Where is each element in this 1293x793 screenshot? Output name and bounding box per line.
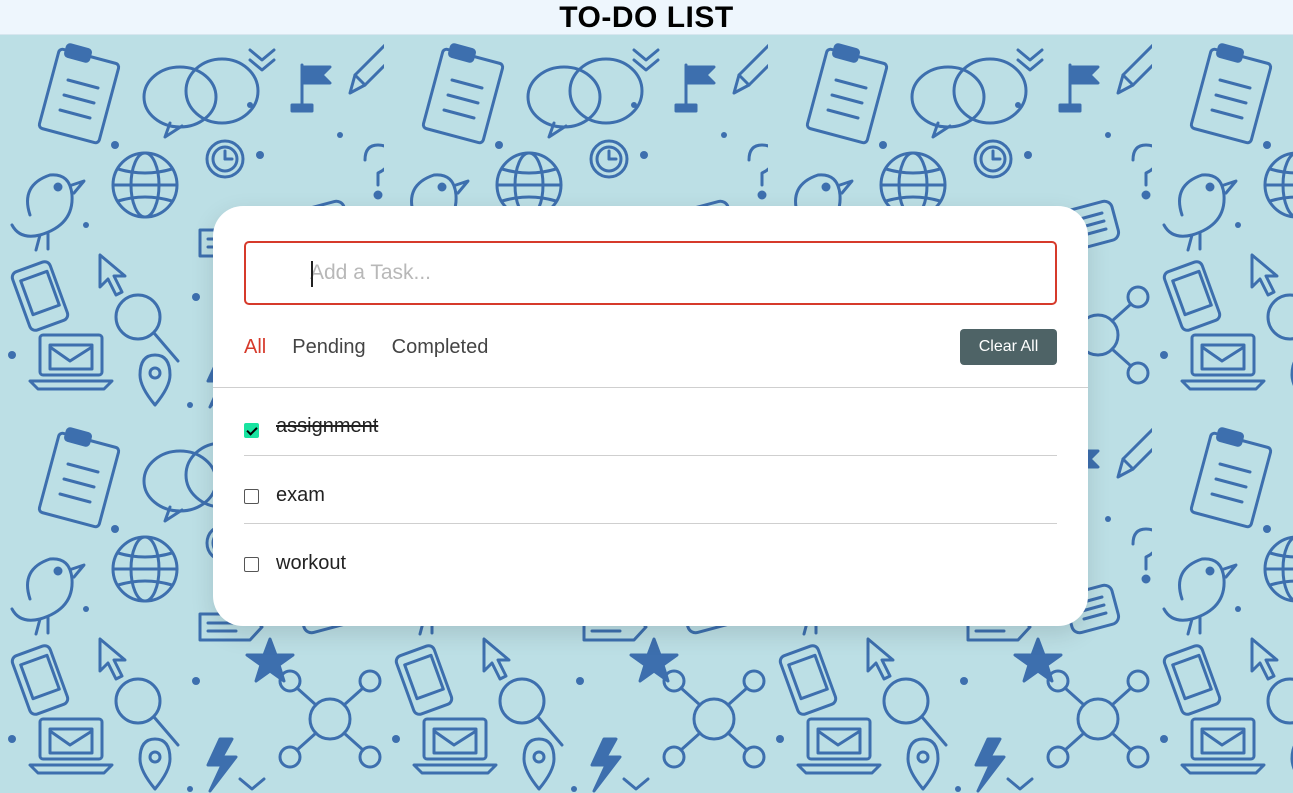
task-label: exam: [276, 484, 325, 506]
task-input-wrapper: [244, 241, 1057, 305]
filter-all[interactable]: All: [244, 334, 266, 360]
filter-pending[interactable]: Pending: [292, 334, 365, 360]
task-checkbox-checked[interactable]: [244, 423, 259, 438]
task-input[interactable]: [310, 243, 1040, 303]
filter-completed[interactable]: Completed: [392, 334, 489, 360]
task-label: assignment: [276, 415, 379, 437]
task-list: assignment exam workout: [244, 388, 1057, 592]
task-label: workout: [276, 552, 347, 574]
task-checkbox[interactable]: [244, 489, 259, 504]
clear-all-button[interactable]: Clear All: [960, 329, 1057, 365]
task-item: exam: [244, 456, 1057, 524]
page-title: TO-DO LIST: [559, 0, 734, 34]
task-checkbox[interactable]: [244, 557, 259, 572]
text-caret: [311, 261, 313, 287]
title-bar: TO-DO LIST: [0, 0, 1293, 35]
filter-tabs: All Pending Completed: [244, 334, 514, 360]
todo-card: All Pending Completed Clear All assignme…: [213, 206, 1088, 626]
task-item: workout: [244, 524, 1057, 592]
task-item: assignment: [244, 388, 1057, 456]
